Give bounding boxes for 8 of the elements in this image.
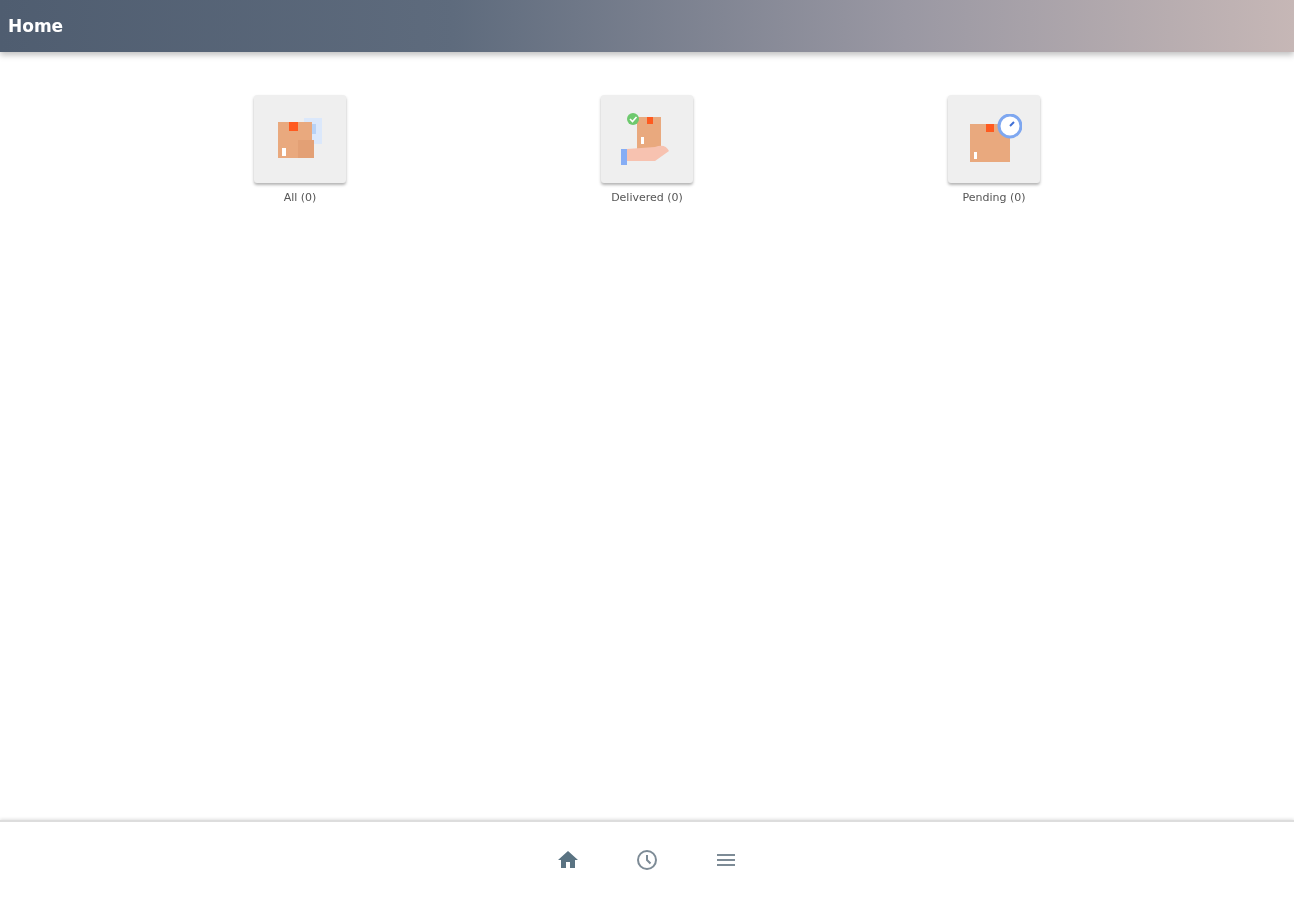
clock-icon [635,848,659,872]
category-tile[interactable] [254,95,346,183]
category-tile[interactable] [948,95,1040,183]
category-label: Delivered (0) [611,191,683,204]
header-title: Home [8,16,64,36]
category-tile[interactable] [601,95,693,183]
category-label: All (0) [283,191,317,204]
category-label: Pending (0) [962,191,1026,204]
